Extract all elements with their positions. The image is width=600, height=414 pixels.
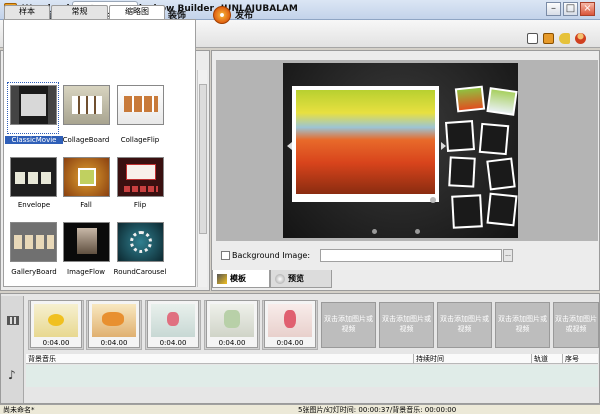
empty-clip-slot[interactable]: 双击添加图片或视频 bbox=[379, 302, 434, 348]
timeline-clip[interactable]: 0:04.00 bbox=[147, 300, 199, 348]
clip-thumbnail bbox=[210, 304, 254, 337]
save-icon[interactable] bbox=[543, 33, 554, 44]
close-button[interactable]: × bbox=[580, 2, 595, 16]
polaroid-thumb[interactable] bbox=[444, 120, 476, 152]
template-label[interactable]: Flip bbox=[111, 201, 169, 209]
timeline-track-headers bbox=[1, 296, 24, 403]
browse-button[interactable]: ... bbox=[503, 249, 513, 262]
empty-clip-slot[interactable]: 双击添加图片或视频 bbox=[553, 302, 599, 348]
clip-duration: 0:04.00 bbox=[276, 339, 304, 347]
template-thumb-galleryboard[interactable] bbox=[10, 222, 57, 262]
template-label[interactable]: Envelope bbox=[5, 201, 63, 209]
background-image-label: Background Image: bbox=[232, 251, 311, 260]
clip-thumbnail bbox=[268, 304, 312, 337]
clip-thumbnail bbox=[92, 304, 136, 337]
main-photo-frame bbox=[292, 86, 439, 202]
key-icon[interactable] bbox=[559, 33, 570, 44]
minimize-button[interactable]: – bbox=[546, 2, 561, 16]
col-duration: 持续时间 bbox=[413, 354, 444, 364]
col-background-music: 背景音乐 bbox=[28, 355, 56, 363]
user-icon[interactable] bbox=[575, 33, 586, 44]
template-thumb-classicmovie[interactable] bbox=[10, 85, 57, 125]
col-index: 序号 bbox=[562, 354, 579, 364]
template-thumb-collageflip[interactable] bbox=[117, 85, 164, 125]
empty-clip-slot[interactable]: 双击添加图片或视频 bbox=[495, 302, 550, 348]
next-arrow-icon[interactable] bbox=[441, 142, 446, 150]
polaroid-thumb[interactable] bbox=[478, 122, 510, 156]
tab-publish-label: 发布 bbox=[235, 11, 254, 21]
tab-thumbnails[interactable]: 缩略图 bbox=[109, 5, 165, 20]
tab-template[interactable]: 模板 bbox=[212, 270, 270, 288]
template-thumb-fall[interactable] bbox=[63, 157, 110, 197]
prev-arrow-icon[interactable] bbox=[287, 142, 292, 150]
template-label[interactable]: GalleryBoard bbox=[5, 268, 63, 276]
polaroid-thumb[interactable] bbox=[451, 194, 483, 229]
tab-publish[interactable]: 发布 bbox=[207, 1, 259, 28]
tab-general[interactable]: 常规 bbox=[51, 5, 108, 19]
template-thumb-imageflow[interactable] bbox=[63, 222, 110, 262]
clip-duration: 0:04.00 bbox=[218, 339, 246, 347]
template-thumb-flip[interactable] bbox=[117, 157, 164, 197]
publish-disc-icon bbox=[213, 5, 231, 24]
background-image-field[interactable] bbox=[320, 249, 502, 262]
polaroid-thumb[interactable] bbox=[448, 156, 476, 188]
template-label[interactable]: CollageFlip bbox=[111, 136, 169, 144]
template-label[interactable]: ImageFlow bbox=[57, 268, 115, 276]
polaroid-thumb[interactable] bbox=[486, 192, 518, 227]
empty-clip-slot[interactable]: 双击添加图片或视频 bbox=[321, 302, 376, 348]
template-thumb-envelope[interactable] bbox=[10, 157, 57, 197]
timeline-clip[interactable]: 0:04.00 bbox=[264, 300, 316, 348]
template-label[interactable]: RoundCarousel bbox=[111, 268, 169, 276]
project-name: 尚未命名* bbox=[3, 406, 35, 414]
empty-clip-slot[interactable]: 双击添加图片或视频 bbox=[437, 302, 492, 348]
audio-track[interactable] bbox=[26, 365, 598, 387]
timeline-clip[interactable]: 0:04.00 bbox=[30, 300, 82, 348]
music-note-icon: ♪ bbox=[8, 368, 16, 382]
polaroid-thumb[interactable] bbox=[454, 85, 486, 113]
clip-duration: 0:04.00 bbox=[100, 339, 128, 347]
template-scrollbar[interactable] bbox=[197, 70, 207, 287]
tulip-photo bbox=[296, 90, 435, 194]
tab-preview[interactable]: 预览 bbox=[270, 270, 332, 288]
polaroid-thumb[interactable] bbox=[486, 87, 518, 116]
template-brush-icon bbox=[217, 273, 227, 284]
clip-thumbnail bbox=[151, 304, 195, 337]
polaroid-thumb[interactable] bbox=[486, 157, 516, 191]
tab-preview-label: 预览 bbox=[288, 274, 304, 283]
template-thumb-collageboard[interactable] bbox=[63, 85, 110, 125]
timeline-clip[interactable]: 0:04.00 bbox=[88, 300, 140, 348]
scrollbar-thumb[interactable] bbox=[199, 84, 207, 234]
template-thumb-roundcarousel[interactable] bbox=[117, 222, 164, 262]
col-track: 轨道 bbox=[531, 354, 548, 364]
clip-thumbnail bbox=[34, 304, 78, 337]
close-photo-icon[interactable] bbox=[430, 197, 436, 203]
maximize-button[interactable]: □ bbox=[563, 2, 578, 16]
dot-icon bbox=[372, 229, 377, 234]
tab-template-label: 模板 bbox=[230, 274, 246, 283]
template-label[interactable]: CollageBoard bbox=[57, 136, 115, 144]
project-stats: 5张图片/幻灯时间: 00:00:37/背景音乐: 00:00:00 bbox=[298, 406, 457, 414]
template-label[interactable]: ClassicMovie bbox=[5, 136, 63, 144]
audio-track-header bbox=[26, 354, 598, 364]
film-icon bbox=[7, 316, 19, 325]
new-file-icon[interactable] bbox=[527, 33, 538, 44]
clip-duration: 0:04.00 bbox=[42, 339, 70, 347]
tab-samples[interactable]: 样本 bbox=[4, 5, 50, 19]
background-image-checkbox[interactable] bbox=[221, 251, 230, 260]
preview-icon bbox=[275, 273, 285, 284]
timeline-clip[interactable]: 0:04.00 bbox=[206, 300, 258, 348]
clip-duration: 0:04.00 bbox=[159, 339, 187, 347]
template-label[interactable]: Fall bbox=[57, 201, 115, 209]
dot-icon bbox=[415, 229, 420, 234]
